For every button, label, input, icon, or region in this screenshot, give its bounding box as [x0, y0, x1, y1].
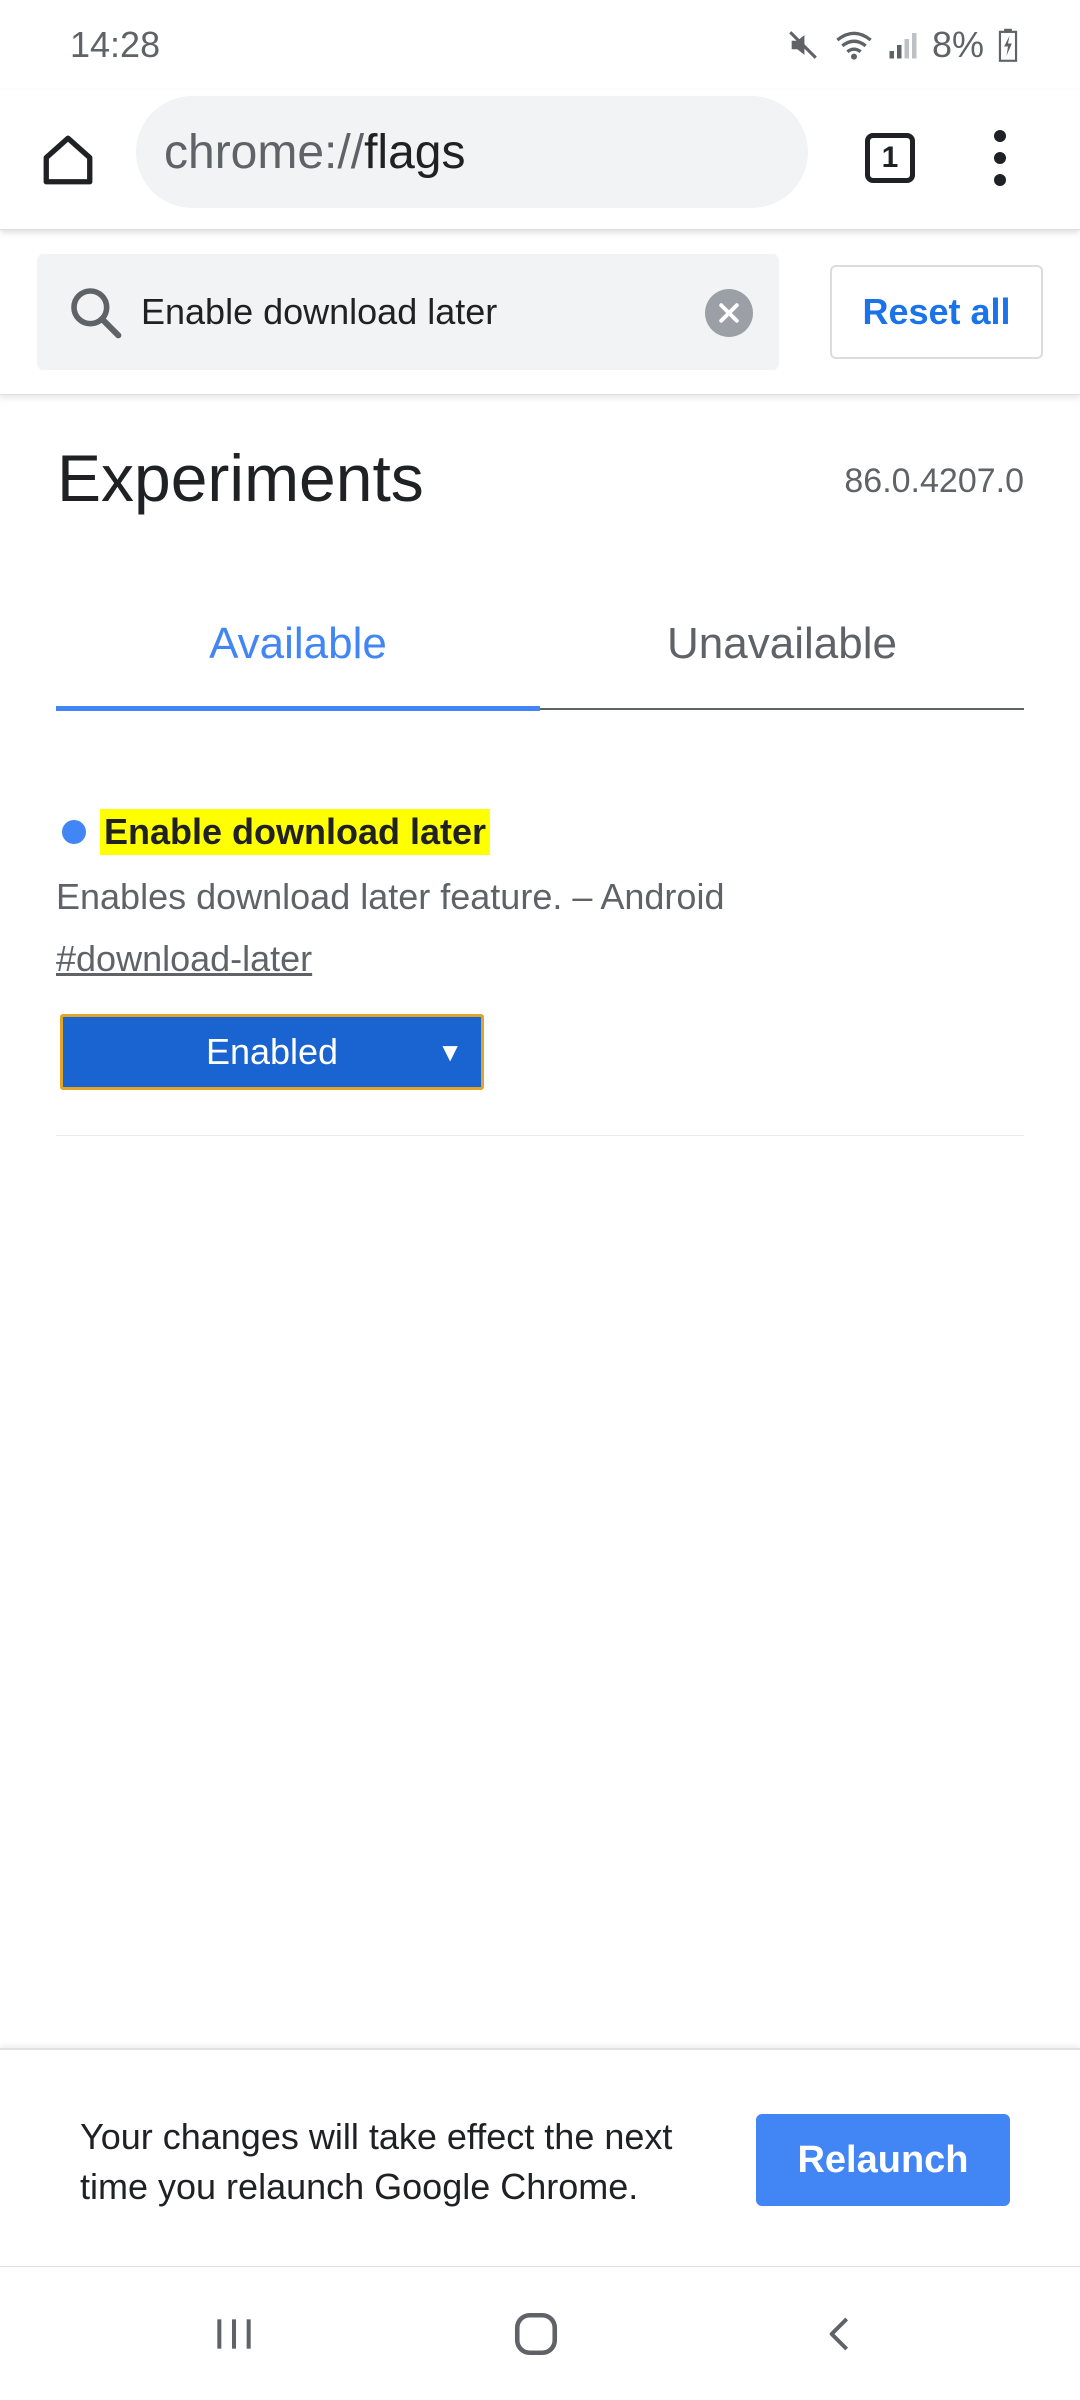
system-nav-bar — [0, 2266, 1080, 2400]
reset-all-button[interactable]: Reset all — [830, 265, 1043, 359]
url-scheme: chrome:// — [164, 125, 365, 179]
experiment-title-row: Enable download later — [56, 800, 1024, 864]
menu-dot-icon — [994, 174, 1006, 186]
search-input[interactable] — [141, 274, 721, 350]
signal-icon — [889, 33, 917, 59]
url-bar[interactable]: chrome://flags — [136, 96, 808, 208]
modified-indicator-icon — [62, 820, 86, 844]
experiment-entry: Enable download later Enables download l… — [56, 800, 1024, 1136]
battery-percent: 8% — [931, 24, 984, 65]
recent-apps-button[interactable] — [194, 2297, 274, 2371]
home-icon — [43, 135, 93, 185]
home-nav-button[interactable] — [496, 2297, 576, 2371]
tab-switcher-button[interactable]: 1 — [850, 118, 930, 198]
dropdown-arrow-icon: ▼ — [437, 1037, 463, 1067]
tab-count: 1 — [865, 133, 915, 183]
relaunch-bar: Your changes will take effect the next t… — [0, 2048, 1080, 2266]
menu-dot-icon — [994, 130, 1006, 142]
selected-option: Enabled — [205, 1031, 339, 1072]
search-box — [37, 254, 779, 370]
status-bar: 14:28 8% — [0, 0, 1080, 90]
menu-dot-icon — [994, 152, 1006, 164]
close-icon — [719, 303, 739, 323]
back-icon — [829, 2317, 849, 2351]
page-title: Experiments — [57, 441, 424, 515]
experiment-title: Enable download later — [100, 809, 491, 855]
experiment-description: Enables download later feature. – Androi… — [56, 876, 725, 917]
relaunch-message: Your changes will take effect the next t… — [80, 2116, 673, 2207]
experiment-state-select[interactable]: Enabled ▼ — [60, 1014, 484, 1090]
search-row: Reset all — [0, 230, 1080, 395]
clear-search-icon[interactable] — [705, 289, 753, 337]
mute-icon — [789, 31, 817, 59]
recent-apps-icon — [217, 2319, 251, 2349]
home-button[interactable] — [30, 122, 106, 198]
home-nav-icon — [514, 2312, 558, 2356]
tab-unavailable[interactable]: Unavailable — [540, 580, 1024, 708]
battery-icon — [998, 28, 1018, 62]
browser-toolbar: chrome://flags 1 — [0, 90, 1080, 230]
search-icon — [71, 288, 122, 339]
version-label: 86.0.4207.0 — [844, 462, 1024, 500]
experiments-tabs: Available Unavailable — [56, 580, 1024, 711]
status-icons: 8% — [786, 24, 1018, 66]
wifi-icon — [836, 31, 872, 60]
more-menu-button[interactable] — [970, 118, 1030, 198]
back-button[interactable] — [800, 2297, 880, 2371]
tab-available[interactable]: Available — [56, 580, 540, 711]
url-host: flags — [364, 125, 466, 179]
relaunch-button[interactable]: Relaunch — [756, 2114, 1010, 2206]
status-time: 14:28 — [70, 24, 161, 65]
experiment-permalink[interactable]: #download-later — [56, 938, 312, 980]
